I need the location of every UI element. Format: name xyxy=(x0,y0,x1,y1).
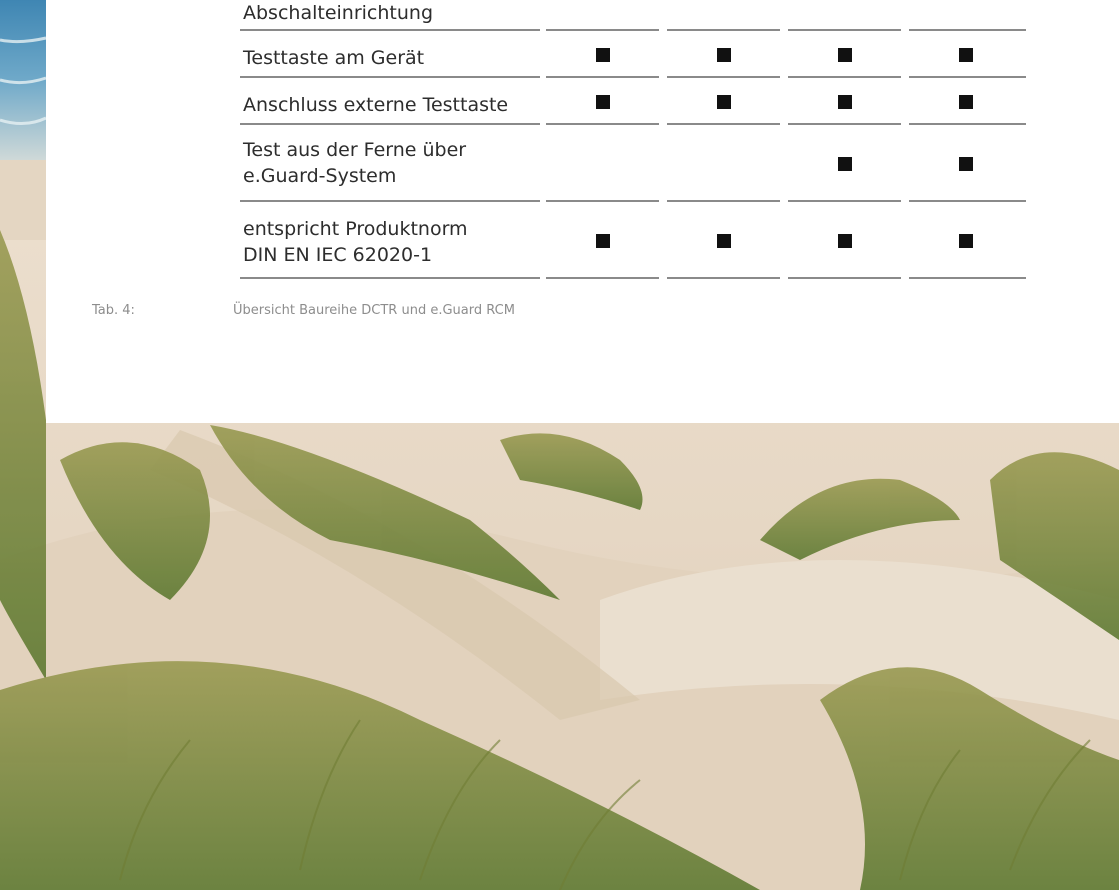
feature-available-mark xyxy=(838,157,852,171)
feature-available-mark xyxy=(717,234,731,248)
row-label: Test aus der Ferne über e.Guard-System xyxy=(243,137,533,189)
feature-available-mark xyxy=(838,95,852,109)
feature-available-mark xyxy=(838,234,852,248)
row-label-line: Testtaste am Gerät xyxy=(243,47,425,69)
row-label: Abschalteinrichtung xyxy=(243,0,533,26)
table-row: Abschalteinrichtung xyxy=(240,0,1073,31)
feature-available-mark xyxy=(959,48,973,62)
row-label: Anschluss externe Testtaste xyxy=(243,92,533,118)
row-divider xyxy=(240,277,540,279)
row-label-line: Test aus der Ferne über xyxy=(243,139,467,161)
feature-available-mark xyxy=(596,95,610,109)
feature-available-mark xyxy=(838,48,852,62)
table-row: Testtaste am Gerät xyxy=(240,30,1073,78)
table-row: Test aus der Ferne über e.Guard-System xyxy=(240,124,1073,202)
row-label-line: DIN EN IEC 62020-1 xyxy=(243,244,433,266)
row-label: Testtaste am Gerät xyxy=(243,45,533,71)
row-label-line: entspricht Produktnorm xyxy=(243,218,468,240)
feature-available-mark xyxy=(717,95,731,109)
row-label-line: e.Guard-System xyxy=(243,165,397,187)
table-row: Anschluss externe Testtaste xyxy=(240,77,1073,125)
cell-divider xyxy=(667,277,780,279)
row-label: entspricht Produktnorm DIN EN IEC 62020-1 xyxy=(243,216,533,268)
feature-available-mark xyxy=(959,95,973,109)
feature-available-mark xyxy=(596,234,610,248)
row-label-line: Anschluss externe Testtaste xyxy=(243,94,509,116)
table-caption-number: Tab. 4: xyxy=(92,303,135,318)
feature-available-mark xyxy=(959,234,973,248)
cell-divider xyxy=(909,277,1026,279)
table-caption-text: Übersicht Baureihe DCTR und e.Guard RCM xyxy=(233,303,515,318)
feature-available-mark xyxy=(717,48,731,62)
row-label-line: Abschalteinrichtung xyxy=(243,2,433,24)
cell-divider xyxy=(788,277,901,279)
feature-available-mark xyxy=(596,48,610,62)
cell-divider xyxy=(546,277,659,279)
feature-available-mark xyxy=(959,157,973,171)
table-row: entspricht Produktnorm DIN EN IEC 62020-1 xyxy=(240,201,1073,279)
content-card: Abschalteinrichtung Testtaste am Gerät Ans… xyxy=(46,0,1119,423)
